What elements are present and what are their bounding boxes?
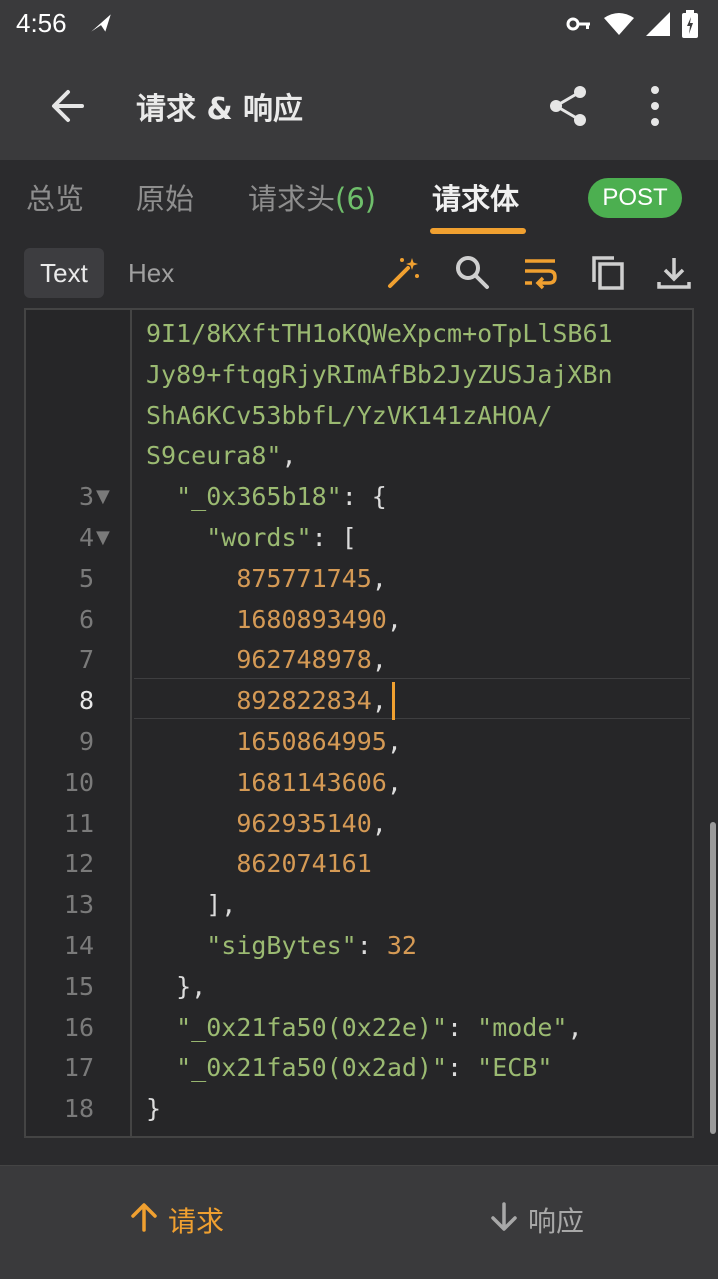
code-line: ], (146, 890, 237, 920)
line-number: 13 (63, 890, 94, 920)
line-number: 9 (78, 727, 94, 756)
hex-mode-button[interactable]: Hex (128, 248, 174, 298)
code-line: } (146, 1094, 162, 1124)
bottom-bar: 请求 响应 (0, 1165, 718, 1279)
code-line: 962935140, (236, 808, 387, 838)
text-cursor (391, 682, 395, 721)
line-number: 4 (78, 523, 94, 552)
airplane-notification-icon (88, 10, 114, 40)
code-line-wrapped: Jy89+ftqgRjyRImAfBb2JyZUSJajXBn (146, 359, 613, 389)
format-magic-wand-icon[interactable] (386, 254, 422, 290)
request-button[interactable]: 请求 (130, 1200, 224, 1240)
arrow-down-icon (490, 1201, 518, 1239)
line-number: 3 (78, 482, 94, 512)
code-editor[interactable]: 9I1/8KXftTH1oKQWeXpcm+oTpLlSB61 Jy89+ftqg… (24, 308, 694, 1138)
line-number: 14 (63, 931, 94, 960)
code-line-wrapped: 9I1/8KXftTH1oKQWeXpcm+oTpLlSB61 (146, 319, 613, 348)
code-line: 862074161 (236, 849, 372, 879)
tab-headers-label: 请求头 (248, 182, 336, 216)
line-number: 15 (63, 971, 94, 1001)
code-line-wrapped: S9ceura8", (146, 441, 297, 471)
line-number: 7 (78, 645, 94, 675)
active-tab-indicator (430, 228, 526, 234)
text-mode-button[interactable]: Text (24, 248, 104, 298)
code-line: 875771745, (236, 563, 387, 593)
code-line: 1650864995, (236, 727, 402, 756)
share-icon[interactable] (544, 82, 592, 130)
search-icon[interactable] (454, 254, 490, 290)
request-label: 请求 (168, 1205, 225, 1238)
response-label: 响应 (528, 1205, 585, 1238)
status-bar: 4:56 (0, 0, 718, 50)
status-time: 4:56 (16, 8, 67, 38)
download-icon[interactable] (656, 254, 692, 290)
app-bar: 请求 & 响应 (0, 50, 718, 160)
line-number: 5 (78, 563, 94, 593)
more-vert-icon[interactable] (640, 82, 670, 130)
back-arrow-icon[interactable] (46, 84, 90, 128)
copy-icon[interactable] (590, 254, 626, 290)
line-number: 17 (63, 1053, 94, 1083)
line-number: 8 (78, 686, 94, 716)
code-line: "_0x21fa50(0x2ad)": "ECB" (176, 1053, 553, 1083)
arrow-up-icon (130, 1202, 158, 1239)
battery-icon (682, 10, 698, 42)
code-line-wrapped: ShA6KCv53bbfL/YzVK141zAHOA/ (146, 400, 553, 430)
tab-headers[interactable]: 请求头(6) (248, 176, 376, 218)
tab-headers-count: (6) (335, 182, 377, 216)
fold-toggle-icon[interactable]: ▼ (96, 477, 110, 517)
tab-raw[interactable]: 原始 (136, 176, 194, 218)
line-number: 18 (63, 1094, 94, 1124)
code-line: 962748978, (236, 645, 387, 675)
page-title: 请求 & 响应 (136, 92, 304, 127)
line-number: 12 (63, 849, 94, 879)
tab-overview[interactable]: 总览 (26, 176, 84, 218)
line-number: 11 (63, 808, 94, 838)
method-badge: POST (588, 178, 682, 218)
line-number: 10 (63, 767, 94, 797)
editor-scrollbar[interactable] (710, 822, 716, 1134)
wrap-text-icon[interactable] (522, 254, 558, 290)
line-number: 16 (63, 1012, 94, 1042)
response-button[interactable]: 响应 (490, 1200, 584, 1240)
code-line: "sigBytes": 32 (206, 931, 417, 960)
code-line: }, (146, 971, 207, 1001)
code-line: 1680893490, (236, 604, 402, 634)
code-line: "words": [ (206, 523, 357, 552)
wifi-icon (604, 12, 634, 40)
code-line: 1681143606, (236, 767, 402, 797)
cell-signal-icon (646, 12, 670, 40)
fold-toggle-icon[interactable]: ▼ (96, 518, 110, 558)
tab-body[interactable]: 请求体 (432, 176, 519, 218)
code-line: "_0x21fa50(0x22e)": "mode", (176, 1012, 583, 1042)
code-line: 892822834, (236, 686, 387, 716)
vpn-key-icon (566, 14, 592, 38)
code-line: "_0x365b18": { (176, 482, 387, 512)
line-number: 6 (78, 604, 94, 634)
